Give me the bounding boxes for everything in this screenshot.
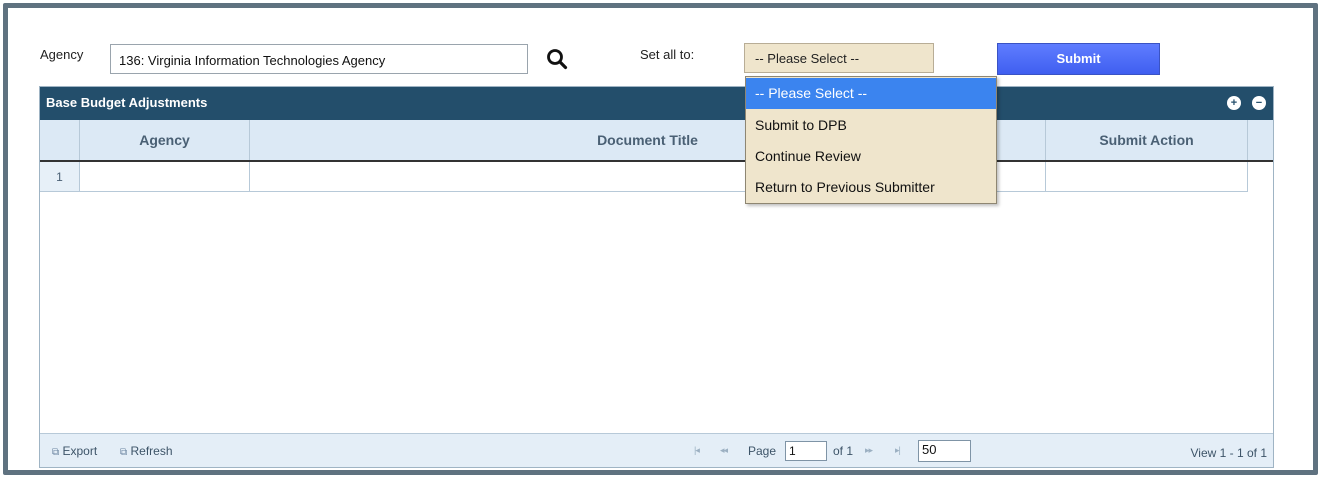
option-continue-review[interactable]: Continue Review (746, 141, 996, 172)
agency-label: Agency (40, 47, 84, 62)
collapse-icon[interactable]: − (1252, 96, 1266, 110)
set-all-label: Set all to: (640, 47, 695, 62)
cell-agency[interactable] (80, 162, 250, 192)
option-return-to-previous-submitter[interactable]: Return to Previous Submitter (746, 172, 996, 203)
next-page-icon[interactable]: ▸▸ (865, 445, 873, 456)
refresh-label: Refresh (130, 444, 173, 458)
view-records-text: View 1 - 1 of 1 (1190, 446, 1268, 460)
set-all-select[interactable]: -- Please Select -- (744, 43, 934, 73)
column-header-rownum (40, 120, 80, 160)
submit-button[interactable]: Submit (997, 43, 1160, 75)
row-number: 1 (40, 162, 80, 192)
grid-title: Base Budget Adjustments (46, 95, 208, 110)
page-count-label: of 1 (833, 444, 854, 458)
prev-page-icon[interactable]: ◂◂ (720, 445, 728, 456)
base-budget-grid: Base Budget Adjustments + − Agency Docum… (39, 86, 1274, 468)
export-button[interactable]: ⧉ Export (52, 444, 97, 458)
column-header-filler (1248, 120, 1273, 160)
first-page-icon[interactable]: |◂ (694, 445, 700, 456)
rows-per-page-input[interactable]: 50 (918, 440, 971, 462)
agency-input[interactable]: 136: Virginia Information Technologies A… (110, 44, 528, 74)
export-label: Export (62, 444, 98, 458)
refresh-icon: ⧉ (120, 447, 128, 458)
column-header-agency[interactable]: Agency (80, 120, 250, 160)
page-label: Page (748, 444, 777, 458)
export-icon: ⧉ (52, 447, 60, 458)
column-header-submit-action[interactable]: Submit Action (1046, 120, 1248, 160)
grid-title-bar: Base Budget Adjustments + − (40, 87, 1273, 120)
refresh-button[interactable]: ⧉ Refresh (120, 444, 173, 458)
expand-icon[interactable]: + (1227, 96, 1241, 110)
search-icon[interactable] (546, 48, 568, 70)
page-number-input[interactable]: 1 (785, 441, 827, 461)
column-header-row: Agency Document Title Submit Action (40, 120, 1273, 162)
table-row[interactable]: 1 (40, 162, 1273, 192)
option-submit-to-dpb[interactable]: Submit to DPB (746, 110, 996, 141)
set-all-dropdown-menu: -- Please Select -- Submit to DPB Contin… (745, 76, 997, 204)
grid-footer: ⧉ Export ⧉ Refresh |◂ ◂◂ Page 1 of 1 ▸▸ … (40, 433, 1273, 467)
last-page-icon[interactable]: ▸| (895, 445, 901, 456)
cell-submit-action[interactable] (1046, 162, 1248, 192)
option-please-select[interactable]: -- Please Select -- (746, 78, 996, 109)
